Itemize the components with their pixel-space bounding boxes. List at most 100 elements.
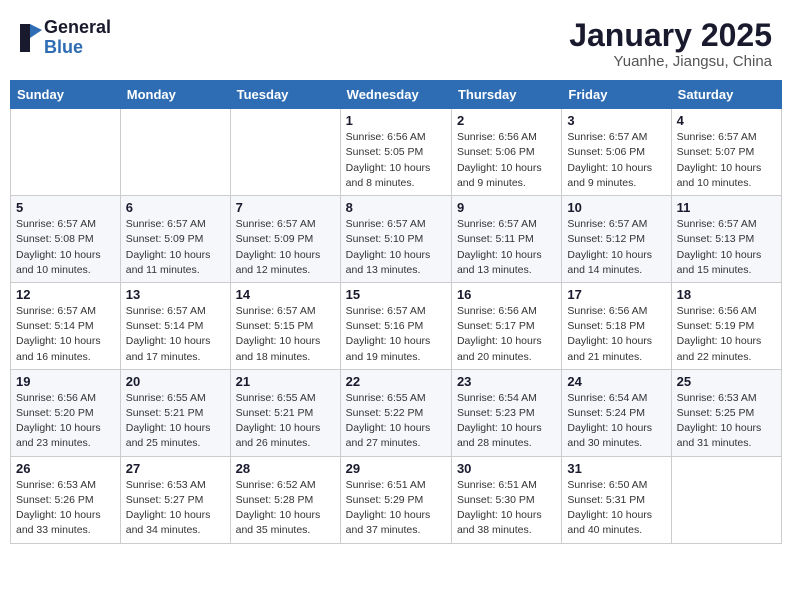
day-number: 12 (16, 287, 115, 302)
day-number: 4 (677, 113, 776, 128)
day-number: 17 (567, 287, 665, 302)
day-number: 3 (567, 113, 665, 128)
weekday-header-wednesday: Wednesday (340, 81, 451, 109)
day-info: Sunrise: 6:57 AM Sunset: 5:08 PM Dayligh… (16, 217, 115, 278)
calendar-cell: 16 Sunrise: 6:56 AM Sunset: 5:17 PM Dayli… (451, 282, 561, 369)
day-info: Sunrise: 6:57 AM Sunset: 5:09 PM Dayligh… (236, 217, 335, 278)
calendar-week-row: 19Sunrise: 6:56 AM Sunset: 5:20 PM Dayli… (11, 369, 782, 456)
calendar-week-row: 5 Sunrise: 6:57 AM Sunset: 5:08 PM Daylig… (11, 196, 782, 283)
day-number: 16 (457, 287, 556, 302)
calendar-cell: 2 Sunrise: 6:56 AM Sunset: 5:06 PM Daylig… (451, 109, 561, 196)
day-info: Sunrise: 6:56 AM Sunset: 5:17 PM Dayligh… (457, 304, 556, 365)
calendar-cell: 6Sunrise: 6:57 AM Sunset: 5:09 PM Daylig… (120, 196, 230, 283)
day-number: 1 (346, 113, 446, 128)
day-info: Sunrise: 6:55 AM Sunset: 5:21 PM Dayligh… (126, 391, 225, 452)
calendar-cell: 27 Sunrise: 6:53 AM Sunset: 5:27 PM Dayli… (120, 456, 230, 543)
calendar-cell: 14Sunrise: 6:57 AM Sunset: 5:15 PM Dayli… (230, 282, 340, 369)
day-number: 10 (567, 200, 665, 215)
day-info: Sunrise: 6:52 AM Sunset: 5:28 PM Dayligh… (236, 478, 335, 539)
day-number: 23 (457, 374, 556, 389)
calendar-cell: 10 Sunrise: 6:57 AM Sunset: 5:12 PM Dayli… (562, 196, 671, 283)
calendar-cell: 26 Sunrise: 6:53 AM Sunset: 5:26 PM Dayli… (11, 456, 121, 543)
day-number: 7 (236, 200, 335, 215)
day-info: Sunrise: 6:57 AM Sunset: 5:14 PM Dayligh… (16, 304, 115, 365)
day-info: Sunrise: 6:57 AM Sunset: 5:06 PM Dayligh… (567, 130, 665, 191)
weekday-header-row: SundayMondayTuesdayWednesdayThursdayFrid… (11, 81, 782, 109)
calendar-week-row: 12 Sunrise: 6:57 AM Sunset: 5:14 PM Dayli… (11, 282, 782, 369)
calendar-cell: 9 Sunrise: 6:57 AM Sunset: 5:11 PM Daylig… (451, 196, 561, 283)
calendar-cell (671, 456, 781, 543)
calendar-cell (230, 109, 340, 196)
day-info: Sunrise: 6:53 AM Sunset: 5:26 PM Dayligh… (16, 478, 115, 539)
calendar-cell: 18Sunrise: 6:56 AM Sunset: 5:19 PM Dayli… (671, 282, 781, 369)
logo-general: General (44, 18, 111, 38)
calendar-cell: 22 Sunrise: 6:55 AM Sunset: 5:22 PM Dayli… (340, 369, 451, 456)
calendar-cell: 8 Sunrise: 6:57 AM Sunset: 5:10 PM Daylig… (340, 196, 451, 283)
day-info: Sunrise: 6:57 AM Sunset: 5:14 PM Dayligh… (126, 304, 225, 365)
weekday-header-thursday: Thursday (451, 81, 561, 109)
day-number: 15 (346, 287, 446, 302)
calendar-title: January 2025 (569, 18, 772, 53)
day-number: 29 (346, 461, 446, 476)
calendar-week-row: 1 Sunrise: 6:56 AM Sunset: 5:05 PM Daylig… (11, 109, 782, 196)
calendar-cell (120, 109, 230, 196)
calendar-cell: 13 Sunrise: 6:57 AM Sunset: 5:14 PM Dayli… (120, 282, 230, 369)
day-number: 22 (346, 374, 446, 389)
weekday-header-sunday: Sunday (11, 81, 121, 109)
day-number: 8 (346, 200, 446, 215)
day-info: Sunrise: 6:54 AM Sunset: 5:23 PM Dayligh… (457, 391, 556, 452)
day-number: 20 (126, 374, 225, 389)
day-info: Sunrise: 6:53 AM Sunset: 5:27 PM Dayligh… (126, 478, 225, 539)
calendar-cell: 17 Sunrise: 6:56 AM Sunset: 5:18 PM Dayli… (562, 282, 671, 369)
day-number: 11 (677, 200, 776, 215)
calendar-cell: 20 Sunrise: 6:55 AM Sunset: 5:21 PM Dayli… (120, 369, 230, 456)
day-number: 26 (16, 461, 115, 476)
calendar-cell (11, 109, 121, 196)
calendar-cell: 31Sunrise: 6:50 AM Sunset: 5:31 PM Dayli… (562, 456, 671, 543)
day-number: 21 (236, 374, 335, 389)
day-number: 25 (677, 374, 776, 389)
day-number: 5 (16, 200, 115, 215)
day-number: 31 (567, 461, 665, 476)
calendar-cell: 7 Sunrise: 6:57 AM Sunset: 5:09 PM Daylig… (230, 196, 340, 283)
calendar-cell: 12 Sunrise: 6:57 AM Sunset: 5:14 PM Dayli… (11, 282, 121, 369)
calendar-cell: 1 Sunrise: 6:56 AM Sunset: 5:05 PM Daylig… (340, 109, 451, 196)
day-info: Sunrise: 6:56 AM Sunset: 5:05 PM Dayligh… (346, 130, 446, 191)
calendar-cell: 24Sunrise: 6:54 AM Sunset: 5:24 PM Dayli… (562, 369, 671, 456)
day-info: Sunrise: 6:57 AM Sunset: 5:10 PM Dayligh… (346, 217, 446, 278)
calendar-cell: 5 Sunrise: 6:57 AM Sunset: 5:08 PM Daylig… (11, 196, 121, 283)
calendar-subtitle: Yuanhe, Jiangsu, China (569, 53, 772, 70)
day-info: Sunrise: 6:51 AM Sunset: 5:29 PM Dayligh… (346, 478, 446, 539)
day-number: 27 (126, 461, 225, 476)
day-info: Sunrise: 6:53 AM Sunset: 5:25 PM Dayligh… (677, 391, 776, 452)
weekday-header-monday: Monday (120, 81, 230, 109)
day-info: Sunrise: 6:57 AM Sunset: 5:13 PM Dayligh… (677, 217, 776, 278)
calendar-cell: 29 Sunrise: 6:51 AM Sunset: 5:29 PM Dayli… (340, 456, 451, 543)
day-number: 30 (457, 461, 556, 476)
calendar-cell: 11 Sunrise: 6:57 AM Sunset: 5:13 PM Dayli… (671, 196, 781, 283)
day-info: Sunrise: 6:55 AM Sunset: 5:22 PM Dayligh… (346, 391, 446, 452)
day-info: Sunrise: 6:55 AM Sunset: 5:21 PM Dayligh… (236, 391, 335, 452)
calendar-cell: 28Sunrise: 6:52 AM Sunset: 5:28 PM Dayli… (230, 456, 340, 543)
day-number: 13 (126, 287, 225, 302)
day-number: 19 (16, 374, 115, 389)
day-info: Sunrise: 6:56 AM Sunset: 5:19 PM Dayligh… (677, 304, 776, 365)
day-info: Sunrise: 6:56 AM Sunset: 5:18 PM Dayligh… (567, 304, 665, 365)
logo-icon (20, 24, 42, 52)
calendar-cell: 25 Sunrise: 6:53 AM Sunset: 5:25 PM Dayli… (671, 369, 781, 456)
day-info: Sunrise: 6:57 AM Sunset: 5:11 PM Dayligh… (457, 217, 556, 278)
weekday-header-saturday: Saturday (671, 81, 781, 109)
logo: General Blue (20, 18, 111, 58)
calendar-cell: 30Sunrise: 6:51 AM Sunset: 5:30 PM Dayli… (451, 456, 561, 543)
day-info: Sunrise: 6:57 AM Sunset: 5:12 PM Dayligh… (567, 217, 665, 278)
day-info: Sunrise: 6:56 AM Sunset: 5:06 PM Dayligh… (457, 130, 556, 191)
day-number: 9 (457, 200, 556, 215)
day-number: 24 (567, 374, 665, 389)
day-info: Sunrise: 6:57 AM Sunset: 5:07 PM Dayligh… (677, 130, 776, 191)
day-number: 2 (457, 113, 556, 128)
calendar-table: SundayMondayTuesdayWednesdayThursdayFrid… (10, 80, 782, 543)
calendar-cell: 15Sunrise: 6:57 AM Sunset: 5:16 PM Dayli… (340, 282, 451, 369)
calendar-week-row: 26 Sunrise: 6:53 AM Sunset: 5:26 PM Dayli… (11, 456, 782, 543)
day-number: 14 (236, 287, 335, 302)
calendar-cell: 19Sunrise: 6:56 AM Sunset: 5:20 PM Dayli… (11, 369, 121, 456)
